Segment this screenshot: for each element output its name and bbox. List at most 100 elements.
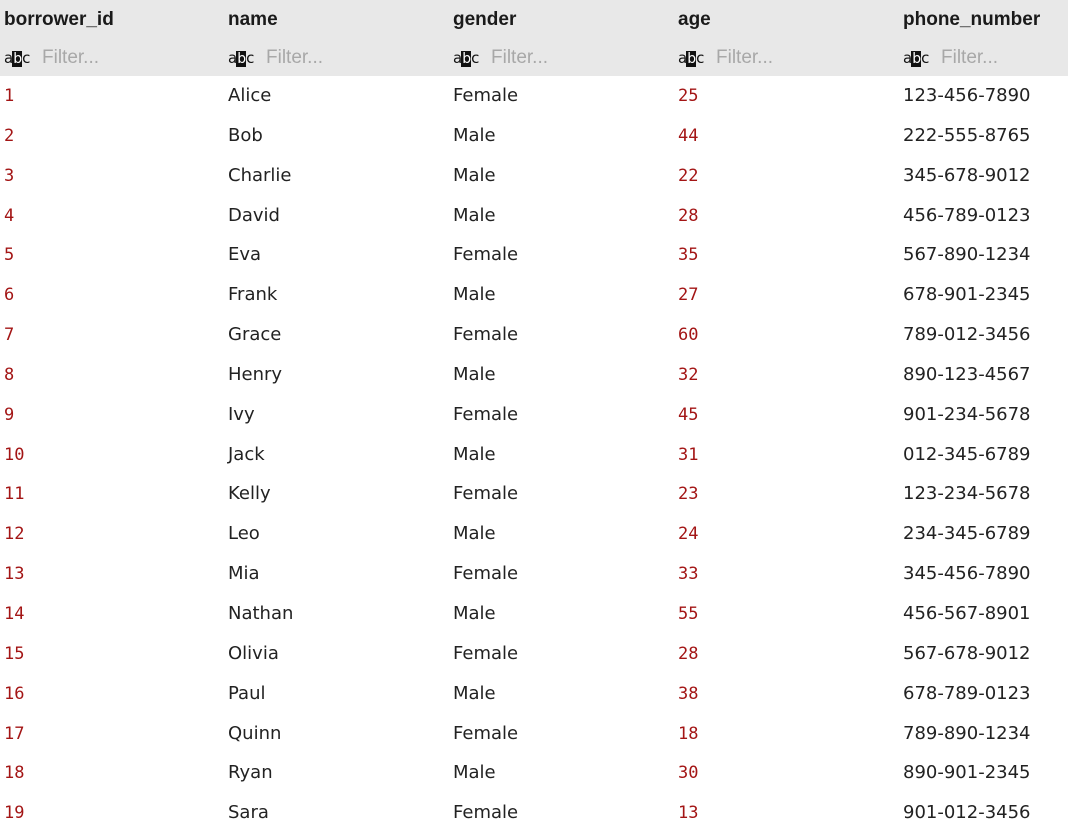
cell-phone-number[interactable]: 678-901-2345 — [899, 275, 1068, 315]
cell-name[interactable]: Eva — [224, 235, 453, 275]
column-header-phone-number[interactable]: phone_numberabc — [899, 0, 1068, 76]
cell-phone-number[interactable]: 678-789-0123 — [899, 674, 1068, 714]
cell-name[interactable]: Mia — [224, 554, 453, 594]
cell-name[interactable]: Ryan — [224, 753, 453, 793]
cell-name[interactable]: Jack — [224, 435, 453, 475]
cell-borrower-id[interactable]: 15 — [0, 634, 228, 674]
cell-phone-number[interactable]: 234-345-6789 — [899, 514, 1068, 554]
cell-name[interactable]: Olivia — [224, 634, 453, 674]
cell-borrower-id[interactable]: 10 — [0, 435, 228, 475]
filter-input[interactable] — [266, 47, 416, 69]
cell-gender[interactable]: Male — [449, 156, 678, 196]
cell-age[interactable]: 44 — [674, 116, 903, 156]
cell-age[interactable]: 31 — [674, 435, 903, 475]
cell-name[interactable]: Nathan — [224, 594, 453, 634]
table-row[interactable]: 10 Jack Male 31 012-345-6789 — [0, 435, 1068, 475]
cell-name[interactable]: Charlie — [224, 156, 453, 196]
text-filter-icon[interactable]: abc — [678, 48, 706, 68]
filter-input[interactable] — [42, 47, 192, 69]
cell-age[interactable]: 35 — [674, 235, 903, 275]
cell-age[interactable]: 55 — [674, 594, 903, 634]
table-row[interactable]: 2 Bob Male 44 222-555-8765 — [0, 116, 1068, 156]
cell-age[interactable]: 13 — [674, 793, 903, 823]
cell-gender[interactable]: Male — [449, 753, 678, 793]
cell-gender[interactable]: Female — [449, 714, 678, 754]
cell-gender[interactable]: Female — [449, 554, 678, 594]
cell-age[interactable]: 30 — [674, 753, 903, 793]
column-title[interactable]: borrower_id — [4, 9, 114, 31]
cell-borrower-id[interactable]: 11 — [0, 474, 228, 514]
cell-phone-number[interactable]: 012-345-6789 — [899, 435, 1068, 475]
table-row[interactable]: 4 David Male 28 456-789-0123 — [0, 196, 1068, 236]
table-row[interactable]: 15 Olivia Female 28 567-678-9012 — [0, 634, 1068, 674]
filter-input[interactable] — [491, 47, 641, 69]
cell-phone-number[interactable]: 456-789-0123 — [899, 196, 1068, 236]
table-row[interactable]: 13 Mia Female 33 345-456-7890 — [0, 554, 1068, 594]
cell-phone-number[interactable]: 890-123-4567 — [899, 355, 1068, 395]
cell-age[interactable]: 32 — [674, 355, 903, 395]
cell-phone-number[interactable]: 890-901-2345 — [899, 753, 1068, 793]
cell-age[interactable]: 60 — [674, 315, 903, 355]
cell-phone-number[interactable]: 123-234-5678 — [899, 474, 1068, 514]
table-row[interactable]: 16 Paul Male 38 678-789-0123 — [0, 674, 1068, 714]
cell-gender[interactable]: Male — [449, 435, 678, 475]
table-row[interactable]: 17 Quinn Female 18 789-890-1234 — [0, 714, 1068, 754]
cell-borrower-id[interactable]: 2 — [0, 116, 228, 156]
table-row[interactable]: 12 Leo Male 24 234-345-6789 — [0, 514, 1068, 554]
cell-gender[interactable]: Male — [449, 275, 678, 315]
column-header-age[interactable]: age abc — [674, 0, 899, 76]
cell-age[interactable]: 38 — [674, 674, 903, 714]
cell-borrower-id[interactable]: 14 — [0, 594, 228, 634]
table-row[interactable]: 8 Henry Male 32 890-123-4567 — [0, 355, 1068, 395]
column-title[interactable]: gender — [453, 9, 516, 31]
cell-age[interactable]: 24 — [674, 514, 903, 554]
table-row[interactable]: 18 Ryan Male 30 890-901-2345 — [0, 753, 1068, 793]
cell-name[interactable]: Sara — [224, 793, 453, 823]
cell-age[interactable]: 23 — [674, 474, 903, 514]
column-header-gender[interactable]: gender abc — [449, 0, 674, 76]
cell-borrower-id[interactable]: 13 — [0, 554, 228, 594]
column-title[interactable]: age — [678, 9, 711, 31]
cell-borrower-id[interactable]: 8 — [0, 355, 228, 395]
cell-name[interactable]: Kelly — [224, 474, 453, 514]
column-header-borrower-id[interactable]: borrower_id abc — [0, 0, 224, 76]
cell-phone-number[interactable]: 901-012-3456 — [899, 793, 1068, 823]
text-filter-icon[interactable]: abc — [453, 48, 481, 68]
cell-gender[interactable]: Female — [449, 76, 678, 116]
cell-name[interactable]: Henry — [224, 355, 453, 395]
cell-borrower-id[interactable]: 4 — [0, 196, 228, 236]
cell-name[interactable]: Grace — [224, 315, 453, 355]
column-title[interactable]: phone_number — [903, 9, 1040, 31]
cell-borrower-id[interactable]: 7 — [0, 315, 228, 355]
cell-phone-number[interactable]: 789-890-1234 — [899, 714, 1068, 754]
table-row[interactable]: 14 Nathan Male 55 456-567-8901 — [0, 594, 1068, 634]
cell-borrower-id[interactable]: 5 — [0, 235, 228, 275]
table-row[interactable]: 9 Ivy Female 45 901-234-5678 — [0, 395, 1068, 435]
cell-phone-number[interactable]: 345-456-7890 — [899, 554, 1068, 594]
cell-phone-number[interactable]: 901-234-5678 — [899, 395, 1068, 435]
cell-gender[interactable]: Female — [449, 315, 678, 355]
cell-name[interactable]: Frank — [224, 275, 453, 315]
cell-age[interactable]: 33 — [674, 554, 903, 594]
cell-borrower-id[interactable]: 16 — [0, 674, 228, 714]
column-header-name[interactable]: name abc — [224, 0, 449, 76]
table-row[interactable]: 11 Kelly Female 23 123-234-5678 — [0, 474, 1068, 514]
cell-age[interactable]: 18 — [674, 714, 903, 754]
cell-name[interactable]: Quinn — [224, 714, 453, 754]
table-row[interactable]: 7 Grace Female 60 789-012-3456 — [0, 315, 1068, 355]
cell-phone-number[interactable]: 123-456-7890 — [899, 76, 1068, 116]
cell-gender[interactable]: Male — [449, 674, 678, 714]
text-filter-icon[interactable]: abc — [903, 48, 931, 68]
cell-name[interactable]: Alice — [224, 76, 453, 116]
filter-input[interactable] — [716, 47, 866, 69]
cell-borrower-id[interactable]: 6 — [0, 275, 228, 315]
cell-gender[interactable]: Male — [449, 355, 678, 395]
cell-gender[interactable]: Male — [449, 196, 678, 236]
cell-age[interactable]: 28 — [674, 196, 903, 236]
cell-gender[interactable]: Male — [449, 514, 678, 554]
cell-age[interactable]: 22 — [674, 156, 903, 196]
cell-phone-number[interactable]: 789-012-3456 — [899, 315, 1068, 355]
column-title[interactable]: name — [228, 9, 278, 31]
cell-phone-number[interactable]: 345-678-9012 — [899, 156, 1068, 196]
cell-gender[interactable]: Female — [449, 474, 678, 514]
